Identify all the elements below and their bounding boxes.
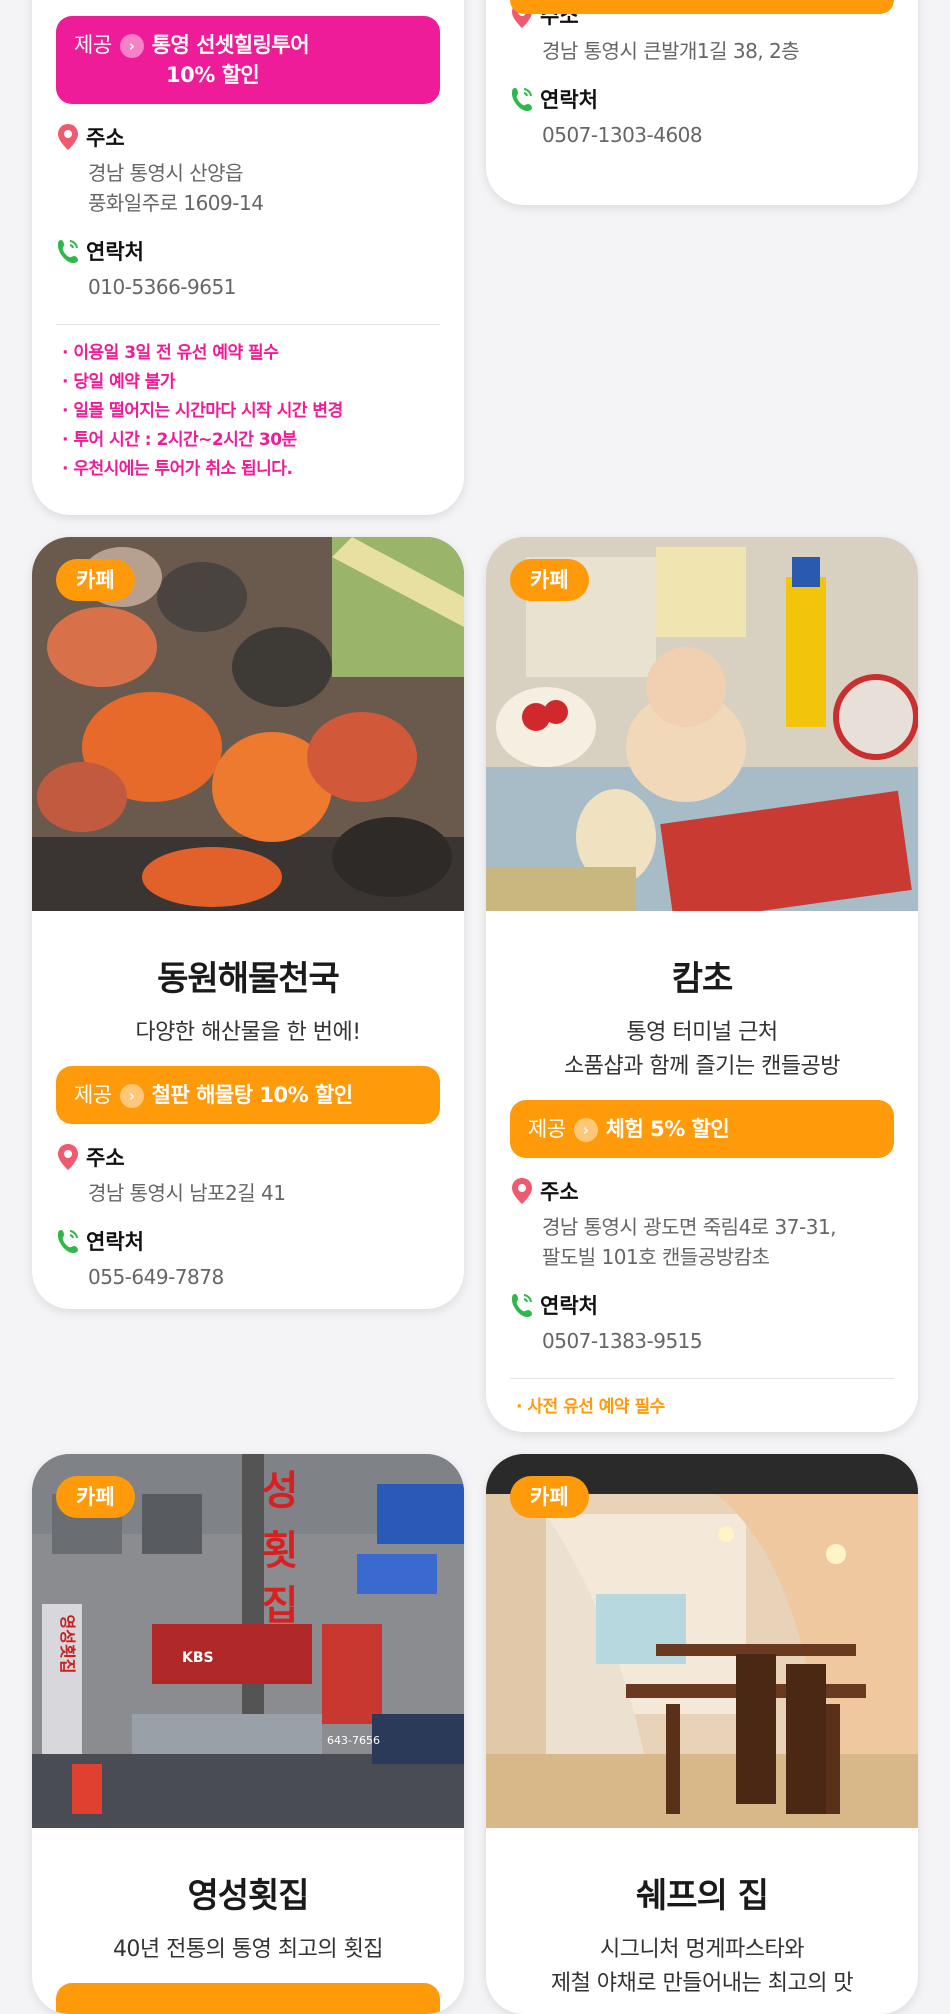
card-youngsung[interactable]: 성 횟 집 영성횟집 KBS 643-7656 카페 영성횟집 40년 전통의 … [32,1454,464,2014]
chevron-right-icon: › [573,1118,598,1142]
note-item: · 사전 유선 예약 필수 [516,1397,665,1417]
offer-label: 제공 [528,1117,566,1141]
place-description: 40년 전통의 통영 최고의 횟집 [112,1937,384,1962]
location-pin-icon [58,124,78,150]
notes: · 사전 유선 예약 필수 [486,1379,918,1422]
contact-label: 연락처 [86,240,144,264]
contact-label: 연락처 [540,1294,598,1318]
address-label: 주소 [540,1180,579,1204]
offer-text: 통영 선셋힐링투어 [151,33,310,57]
place-description: 통영 터미널 근처 소품샵과 함께 즐기는 캔들공방 [563,1020,841,1079]
address-label: 주소 [86,1146,125,1170]
address-value: 경남 통영시 광도면 죽림4로 37-31, 팔도빌 101호 캔들공방캄초 [542,1215,837,1269]
notes: · 이용일 3일 전 유선 예약 필수 · 당일 예약 불가 · 일몰 떨어지는… [32,325,464,484]
phone-icon [511,1294,532,1317]
chevron-right-icon: › [119,34,144,58]
address-value: 경남 통영시 산양읍 풍화일주로 1609-14 [88,161,264,215]
card-top-right[interactable]: 주소 경남 통영시 큰발개1길 38, 2층 연락처 0507-1303-460… [486,0,918,205]
sign-text: 집 [262,1583,299,1629]
place-title: 동원해물천국 [157,959,340,999]
phone-icon [57,1230,78,1253]
address-label: 주소 [86,126,125,150]
chevron-right-icon: › [119,1084,144,1108]
category-tag: 카페 [56,559,135,601]
offer-text: 철판 해물탕 10% 할인 [151,1083,353,1107]
seafood-photo: 카페 [32,537,464,911]
place-title: 캄초 [671,959,734,999]
offer-text: 체험 5% 할인 [605,1117,730,1141]
phone-value[interactable]: 010-5366-9651 [88,272,440,302]
note-item: · 이용일 3일 전 유선 예약 필수 [62,343,279,363]
phone-value[interactable]: 0507-1383-9515 [542,1326,894,1356]
offer-banner: 제공 › 체험 5% 할인 [510,1100,894,1158]
phone-icon [57,240,78,263]
sign-text: 성 [262,1468,299,1514]
offer-banner [56,1983,440,2014]
restaurant-interior-photo: 카페 [486,1454,918,1828]
place-description: 다양한 해산물을 한 번에! [135,1020,361,1045]
sign-text: 643-7656 [327,1734,380,1747]
card-tour[interactable]: 제공 › 통영 선셋힐링투어 10% 할인 주소 경남 통영시 산양읍 풍화일주로 1… [32,0,464,515]
contact-label: 연락처 [86,1230,144,1254]
category-tag: 카페 [510,1476,589,1518]
note-item: · 투어 시간 : 2시간~2시간 30분 [62,430,297,450]
sign-text: KBS [182,1650,214,1666]
card-chef-house[interactable]: 카페 쉐프의 집 시그니처 멍게파스타와 제철 야채로 만들어내는 최고의 맛 [486,1454,918,2014]
place-title: 영성횟집 [187,1876,309,1916]
sign-text: 횟 [262,1528,299,1574]
sign-text: 영성횟집 [58,1615,77,1674]
address-value: 경남 통영시 남포2길 41 [88,1181,286,1205]
offer-text-line2: 10% 할인 [166,63,260,87]
note-item: · 일몰 떨어지는 시간마다 시작 시간 변경 [62,401,343,421]
phone-value[interactable]: 055-649-7878 [88,1262,440,1292]
location-pin-icon [58,1144,78,1170]
location-pin-icon [512,1178,532,1204]
place-title: 쉐프의 집 [636,1876,769,1916]
category-tag: 카페 [510,559,589,601]
offer-banner: 제공 › 철판 해물탕 10% 할인 [56,1066,440,1124]
address-value: 경남 통영시 큰발개1길 38, 2층 [542,39,800,63]
card-kamcho[interactable]: 카페 캄초 통영 터미널 근처 소품샵과 함께 즐기는 캔들공방 제공 › 체험 5%… [486,537,918,1432]
offer-banner: 제공 › 통영 선셋힐링투어 10% 할인 [56,16,440,104]
note-item: · 우천시에는 투어가 취소 됩니다. [62,459,293,479]
restaurant-building-photo: 성 횟 집 영성횟집 KBS 643-7656 카페 [32,1454,464,1828]
place-description: 시그니처 멍게파스타와 제철 야채로 만들어내는 최고의 맛 [550,1937,854,1996]
offer-label: 제공 [74,33,112,57]
category-tag: 카페 [56,1476,135,1518]
phone-icon [511,88,532,111]
offer-label: 제공 [74,1083,112,1107]
contact-label: 연락처 [540,88,598,112]
note-item: · 당일 예약 불가 [62,372,176,392]
offer-banner-edge [510,0,894,14]
candle-shop-photo: 카페 [486,537,918,911]
phone-value[interactable]: 0507-1303-4608 [542,120,894,150]
card-dongwon[interactable]: 카페 동원해물천국 다양한 해산물을 한 번에! 제공 › 철판 해물탕 10% 할… [32,537,464,1309]
